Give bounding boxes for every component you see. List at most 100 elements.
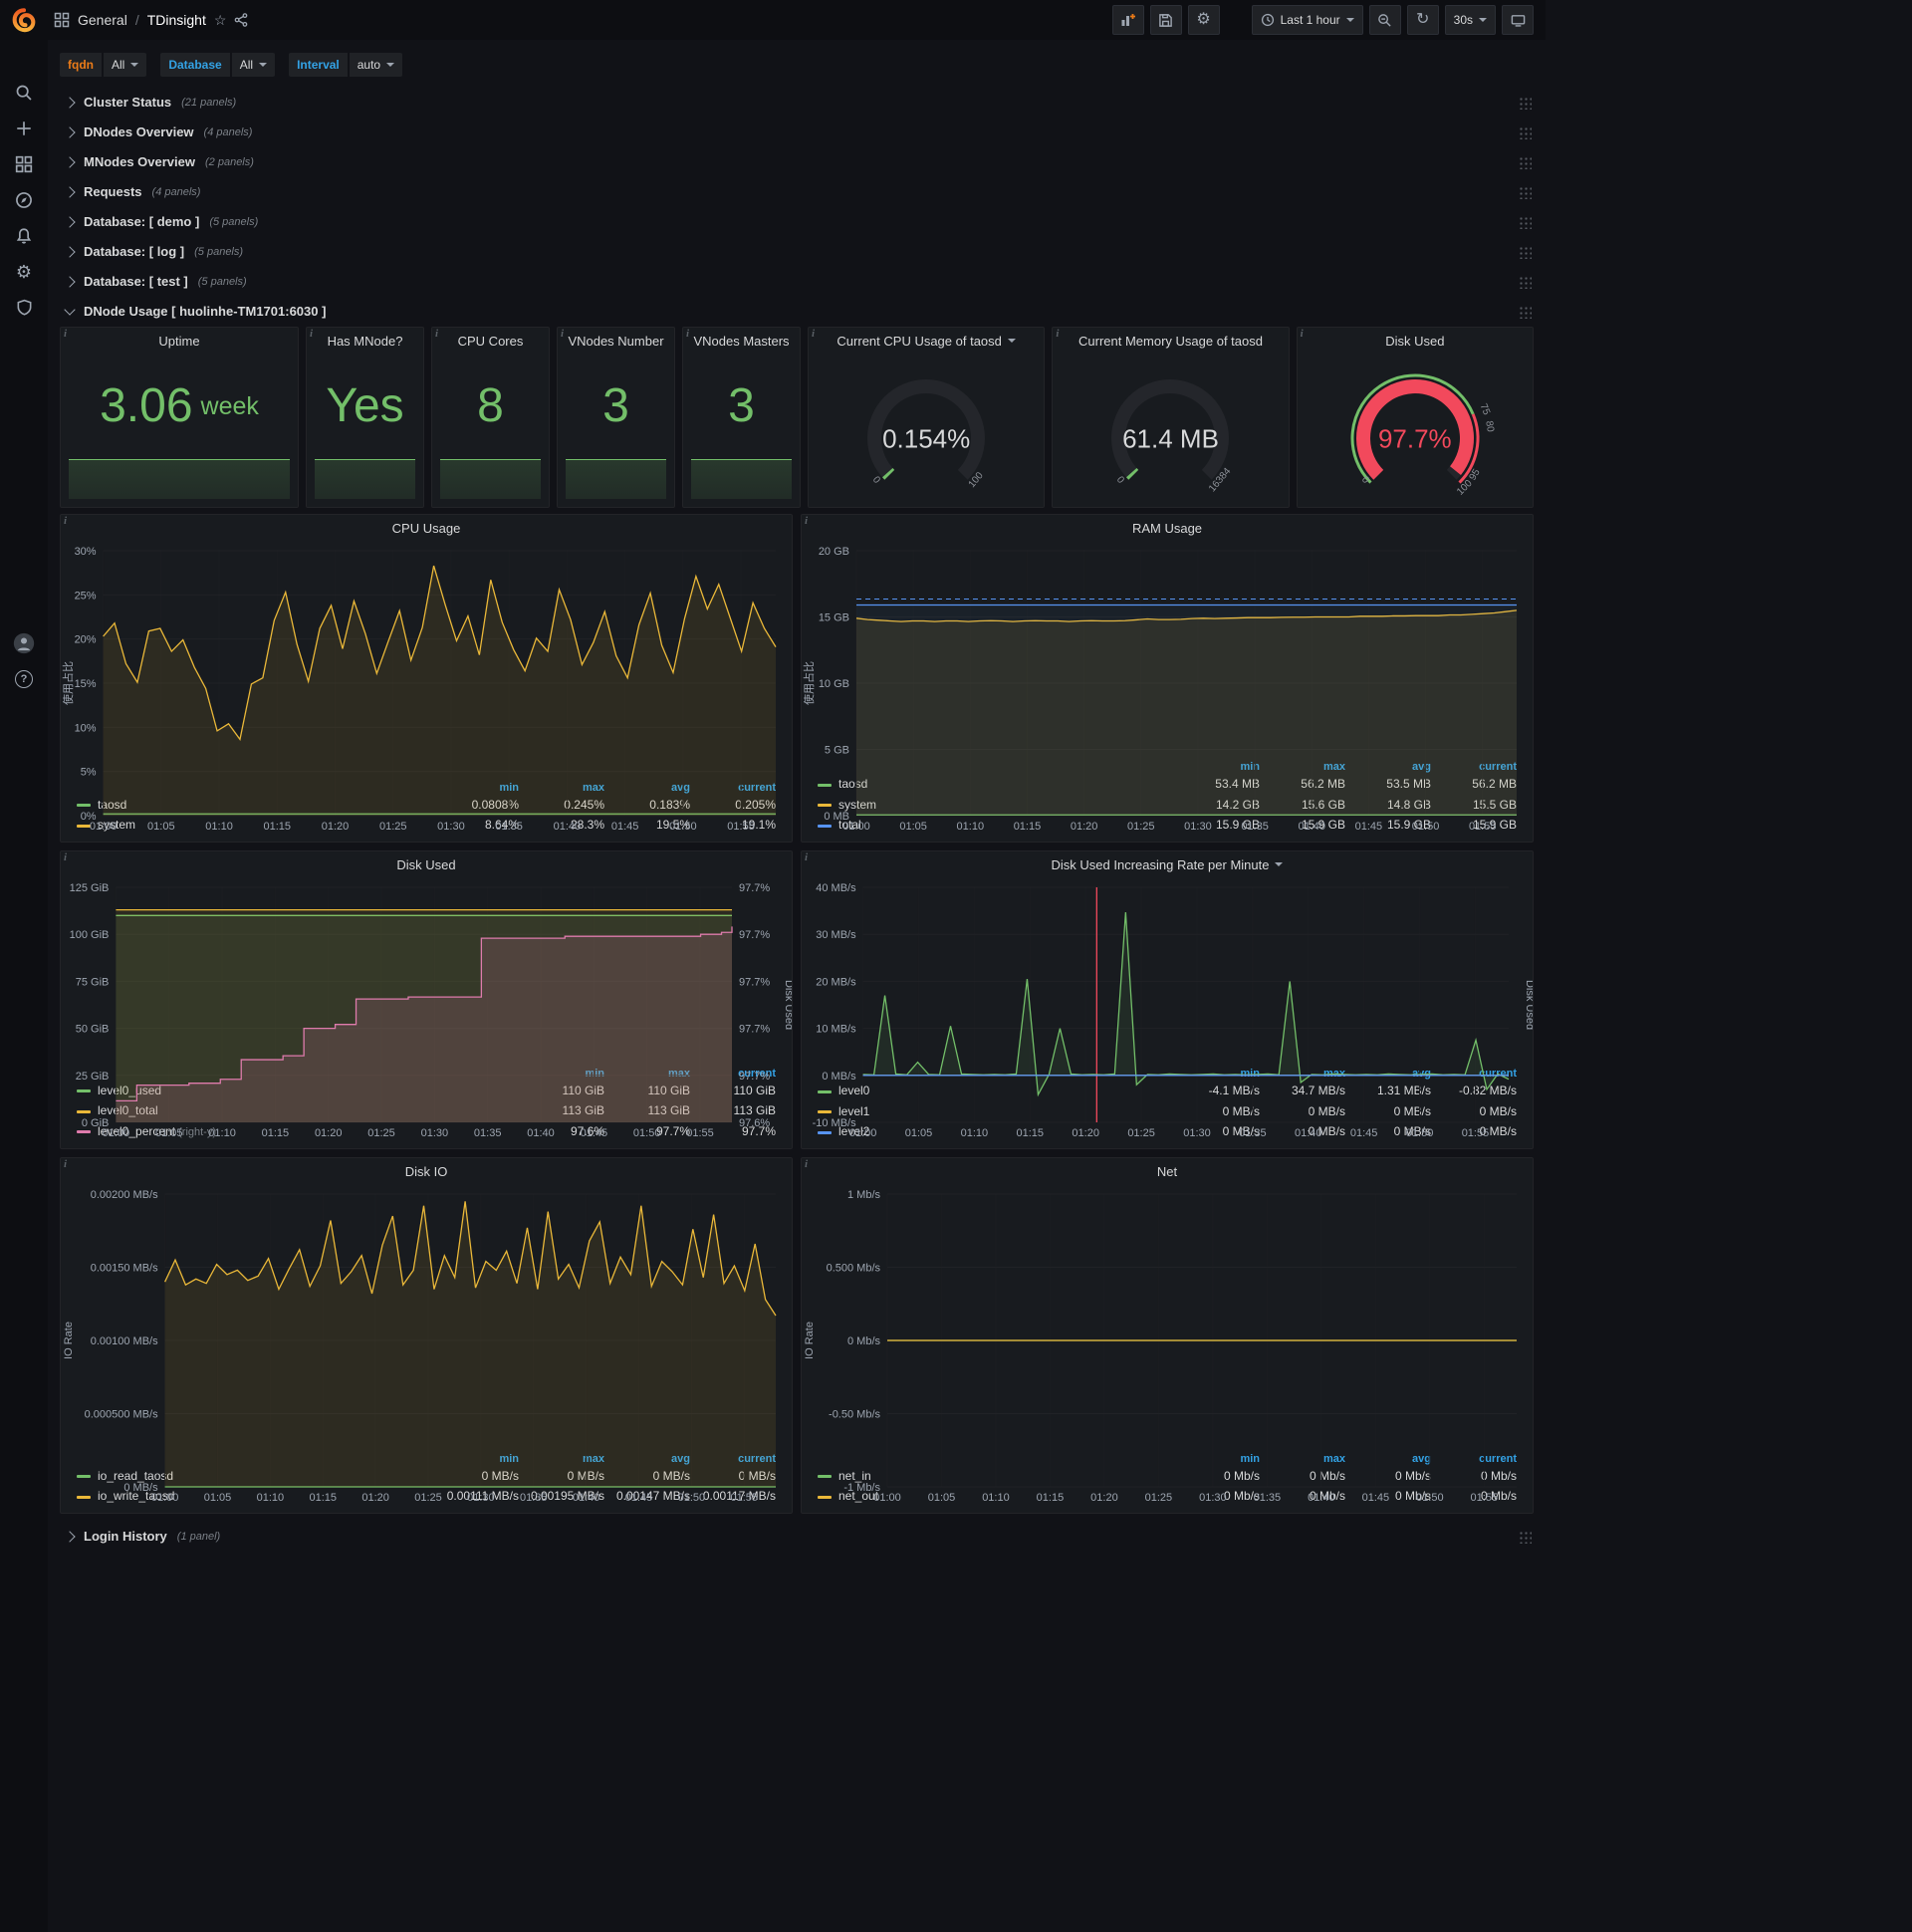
drag-handle-icon[interactable] xyxy=(1518,154,1532,169)
row-login-history[interactable]: Login History (1 panel) xyxy=(60,1522,1534,1551)
svg-text:01:35: 01:35 xyxy=(495,821,523,833)
info-icon[interactable]: i xyxy=(686,328,689,340)
explore-button[interactable] xyxy=(12,189,36,210)
drag-handle-icon[interactable] xyxy=(1518,244,1532,259)
info-icon[interactable]: i xyxy=(310,328,313,340)
server-admin-button[interactable] xyxy=(12,297,36,318)
info-icon[interactable]: i xyxy=(805,515,808,527)
panel-header[interactable]: Disk Used xyxy=(61,851,792,877)
drag-handle-icon[interactable] xyxy=(1518,274,1532,289)
drag-handle-icon[interactable] xyxy=(1518,184,1532,199)
svg-text:01:20: 01:20 xyxy=(1090,1492,1118,1504)
dashboards-button[interactable] xyxy=(12,153,36,174)
grafana-logo[interactable] xyxy=(0,0,48,40)
panel-header[interactable]: VNodes Masters xyxy=(683,328,800,354)
panel-header[interactable]: Current Memory Usage of taosd xyxy=(1053,328,1288,354)
variable-database[interactable]: Database All xyxy=(160,53,276,77)
variable-value-dropdown[interactable]: auto xyxy=(349,53,403,77)
drag-handle-icon[interactable] xyxy=(1518,95,1532,110)
info-icon[interactable]: i xyxy=(64,328,67,340)
share-icon[interactable] xyxy=(234,13,248,27)
disk-rate-plot[interactable]: 01:00 01:05 01:10 01:15 01:20 01:25 01:30 01:35… xyxy=(802,877,1533,1139)
save-dashboard-button[interactable] xyxy=(1149,5,1182,35)
variable-value-dropdown[interactable]: All xyxy=(231,53,276,77)
svg-text:01:35: 01:35 xyxy=(1241,821,1269,833)
info-icon[interactable]: i xyxy=(805,1158,808,1170)
breadcrumb: General / TDinsight ☆ xyxy=(48,12,248,29)
ram-usage-plot[interactable]: 01:00 01:05 01:10 01:15 01:20 01:25 01:30 01:35… xyxy=(802,541,1533,833)
svg-text:01:20: 01:20 xyxy=(315,1127,343,1139)
panel-header[interactable]: RAM Usage xyxy=(802,515,1533,541)
chevron-down-icon xyxy=(1479,18,1487,22)
panel-header[interactable]: CPU Usage xyxy=(61,515,792,541)
drag-handle-icon[interactable] xyxy=(1518,1529,1532,1544)
info-icon[interactable]: i xyxy=(1301,328,1304,340)
breadcrumb-dashboard-title[interactable]: TDinsight xyxy=(147,12,206,28)
zoom-out-button[interactable] xyxy=(1368,5,1401,35)
drag-handle-icon[interactable] xyxy=(1518,214,1532,229)
alerting-button[interactable] xyxy=(12,225,36,246)
info-icon[interactable]: i xyxy=(64,1158,67,1170)
info-icon[interactable]: i xyxy=(64,515,67,527)
stat-sparkline xyxy=(691,459,792,499)
panel-header[interactable]: Disk Used xyxy=(1298,328,1533,354)
refresh-interval-picker[interactable]: 30s xyxy=(1444,5,1496,35)
time-range-picker[interactable]: Last 1 hour xyxy=(1251,5,1363,35)
user-profile-button[interactable] xyxy=(12,632,36,653)
info-icon[interactable]: i xyxy=(64,851,67,863)
info-icon[interactable]: i xyxy=(435,328,438,340)
panel-header[interactable]: Has MNode? xyxy=(307,328,423,354)
info-icon[interactable]: i xyxy=(812,328,815,340)
cpu-usage-gauge[interactable]: 0 100 0.154% xyxy=(809,354,1044,507)
panel-header[interactable]: CPU Cores xyxy=(432,328,549,354)
row-database-test[interactable]: Database: [ test ] (5 panels) xyxy=(60,267,1534,296)
svg-text:50 GiB: 50 GiB xyxy=(76,1024,110,1036)
info-icon[interactable]: i xyxy=(561,328,564,340)
svg-text:01:45: 01:45 xyxy=(1355,821,1383,833)
svg-text:01:20: 01:20 xyxy=(361,1492,389,1504)
row-database-demo[interactable]: Database: [ demo ] (5 panels) xyxy=(60,207,1534,236)
panel-header[interactable]: Disk Used Increasing Rate per Minute xyxy=(802,851,1533,877)
breadcrumb-folder[interactable]: General xyxy=(78,12,127,28)
add-panel-button[interactable] xyxy=(1111,5,1144,35)
svg-text:01:55: 01:55 xyxy=(731,1492,759,1504)
panel-net-chart: i Net 01:00 01:05 01:10 01:15 01:20 01:25 01:3… xyxy=(801,1157,1534,1514)
svg-text:01:50: 01:50 xyxy=(1416,1492,1444,1504)
chevron-down-icon xyxy=(1275,862,1284,866)
row-database-log[interactable]: Database: [ log ] (5 panels) xyxy=(60,237,1534,266)
row-requests[interactable]: Requests (4 panels) xyxy=(60,177,1534,206)
row-cluster-status[interactable]: Cluster Status (21 panels) xyxy=(60,88,1534,117)
memory-usage-gauge[interactable]: 0 16384 61.4 MB xyxy=(1053,354,1288,507)
refresh-button[interactable]: ↻ xyxy=(1406,5,1439,35)
cycle-view-button[interactable] xyxy=(1502,5,1534,35)
search-button[interactable] xyxy=(12,82,36,103)
panel-header[interactable]: Disk IO xyxy=(61,1158,792,1184)
variable-label: Database xyxy=(160,53,230,77)
panel-header[interactable]: VNodes Number xyxy=(558,328,674,354)
drag-handle-icon[interactable] xyxy=(1518,304,1532,319)
help-button[interactable]: ? xyxy=(12,668,36,689)
cpu-usage-plot[interactable]: 01:00 01:05 01:10 01:15 01:20 01:25 01:30 01:35… xyxy=(61,541,792,833)
svg-text:01:25: 01:25 xyxy=(379,821,407,833)
configuration-button[interactable]: ⚙ xyxy=(12,261,36,282)
row-mnodes-overview[interactable]: MNodes Overview (2 panels) xyxy=(60,147,1534,176)
dashboard-settings-button[interactable]: ⚙ xyxy=(1187,5,1220,35)
variable-interval[interactable]: Interval auto xyxy=(289,53,403,77)
panel-header[interactable]: Uptime xyxy=(61,328,298,354)
svg-text:97.7%: 97.7% xyxy=(739,1071,770,1083)
star-dashboard-icon[interactable]: ☆ xyxy=(214,12,227,29)
info-icon[interactable]: i xyxy=(805,851,808,863)
row-dnodes-overview[interactable]: DNodes Overview (4 panels) xyxy=(60,118,1534,146)
disk-io-plot[interactable]: 01:00 01:05 01:10 01:15 01:20 01:25 01:30 01:35… xyxy=(61,1184,792,1504)
row-dnode-usage[interactable]: DNode Usage [ huolinhe-TM1701:6030 ] xyxy=(60,297,1534,326)
net-plot[interactable]: 01:00 01:05 01:10 01:15 01:20 01:25 01:30 01:35… xyxy=(802,1184,1533,1504)
panel-header[interactable]: Net xyxy=(802,1158,1533,1184)
info-icon[interactable]: i xyxy=(1056,328,1059,340)
variable-value-dropdown[interactable]: All xyxy=(104,53,147,77)
drag-handle-icon[interactable] xyxy=(1518,124,1532,139)
create-button[interactable] xyxy=(12,118,36,138)
disk-used-plot[interactable]: 01:00 01:05 01:10 01:15 01:20 01:25 01:30 01:35… xyxy=(61,877,792,1139)
panel-header[interactable]: Current CPU Usage of taosd xyxy=(809,328,1044,354)
variable-fqdn[interactable]: fqdn All xyxy=(60,53,147,77)
disk-used-gauge[interactable]: 0 75 80 95 100 97.7% xyxy=(1298,354,1533,507)
